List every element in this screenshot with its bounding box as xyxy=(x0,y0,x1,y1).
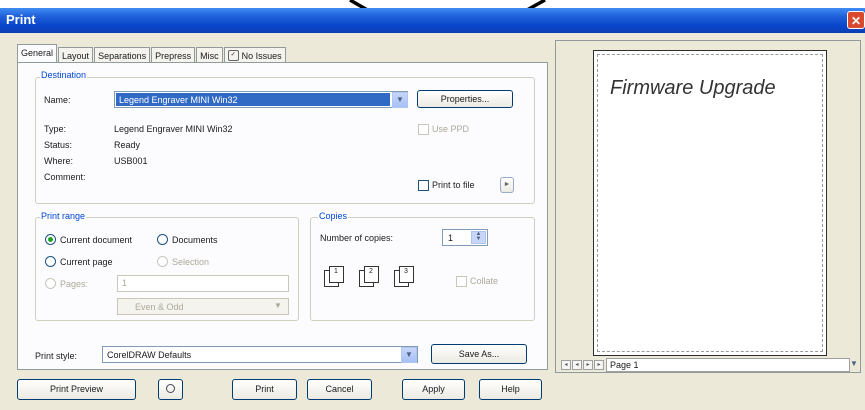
documents-radio[interactable] xyxy=(157,234,168,245)
print-style-value: CorelDRAW Defaults xyxy=(107,350,192,360)
window-title: Print xyxy=(6,12,36,27)
tab-general[interactable]: General xyxy=(17,44,58,63)
use-ppd-label: Use PPD xyxy=(432,124,470,134)
print-button[interactable]: Print xyxy=(232,379,297,400)
page-navigator: ◂ ◂ ▸ ▸ Page 1 ▼ xyxy=(558,358,860,372)
where-label: Where: xyxy=(44,156,74,166)
print-preview-button[interactable]: Print Preview xyxy=(17,379,136,400)
printer-name-value: Legend Engraver MINI Win32 xyxy=(116,93,390,106)
preview-page-text: Firmware Upgrade xyxy=(610,77,776,99)
tab-layout[interactable]: Layout xyxy=(58,47,94,63)
name-label: Name: xyxy=(44,95,71,105)
chevron-down-icon[interactable]: ▼ xyxy=(392,92,408,108)
printer-name-combo[interactable]: Legend Engraver MINI Win32 ▼ xyxy=(114,91,408,108)
print-style-label: Print style: xyxy=(35,351,78,361)
tab-prepress[interactable]: Prepress xyxy=(151,47,196,63)
close-button[interactable]: ✕ xyxy=(847,11,865,29)
chevron-down-icon[interactable]: ▼ xyxy=(850,359,858,368)
print-to-file-checkbox[interactable] xyxy=(418,180,429,191)
cancel-button[interactable]: Cancel xyxy=(307,379,372,400)
number-of-copies-label: Number of copies: xyxy=(320,233,394,243)
tab-no-issues[interactable]: ✓ No Issues xyxy=(223,47,286,63)
chevron-down-icon[interactable]: ▼ xyxy=(401,347,417,363)
status-value: Ready xyxy=(114,140,141,150)
pages-label: Pages: xyxy=(60,279,89,289)
issues-icon: ✓ xyxy=(227,50,239,61)
first-page-icon[interactable]: ◂ xyxy=(561,360,571,370)
title-bar: Print ✕ xyxy=(0,8,865,33)
print-style-combo[interactable]: CorelDRAW Defaults ▼ xyxy=(102,346,418,363)
preview-page: Firmware Upgrade xyxy=(593,50,827,356)
tab-separations[interactable]: Separations xyxy=(94,47,151,63)
next-page-icon[interactable]: ▸ xyxy=(583,360,593,370)
last-page-icon[interactable]: ▸ xyxy=(594,360,604,370)
save-as-button[interactable]: Save As... xyxy=(431,344,527,364)
comment-label: Comment: xyxy=(44,172,86,182)
print-to-file-options-button[interactable]: ► xyxy=(500,177,514,193)
pages-input[interactable]: 1 xyxy=(117,275,289,292)
magnifier-icon xyxy=(166,384,175,393)
current-page-radio[interactable] xyxy=(45,256,56,267)
type-value: Legend Engraver MINI Win32 xyxy=(114,124,233,134)
current-document-radio[interactable] xyxy=(45,234,56,245)
preview-toggle-button[interactable] xyxy=(158,379,183,400)
collate-checkbox[interactable] xyxy=(456,276,467,287)
spinner-arrows-icon[interactable]: ▲ ▼ xyxy=(471,231,486,244)
even-odd-value: Even & Odd xyxy=(135,302,184,312)
selection-label: Selection xyxy=(172,257,210,267)
documents-label: Documents xyxy=(172,235,218,245)
destination-group-label: Destination xyxy=(40,70,88,80)
chevron-down-icon: ▼ xyxy=(274,301,282,310)
apply-button[interactable]: Apply xyxy=(402,379,465,400)
status-label: Status: xyxy=(44,140,73,150)
pages-radio[interactable] xyxy=(45,278,56,289)
copies-value: 1 xyxy=(448,233,454,243)
current-document-label: Current document xyxy=(60,235,133,245)
use-ppd-checkbox[interactable] xyxy=(418,124,429,135)
type-label: Type: xyxy=(44,124,67,134)
tab-strip: General Layout Separations Prepress Misc… xyxy=(17,44,287,63)
selection-radio[interactable] xyxy=(157,256,168,267)
print-to-file-label: Print to file xyxy=(432,180,475,190)
properties-button[interactable]: Properties... xyxy=(417,90,513,108)
copies-spinner[interactable]: 1 ▲ ▼ xyxy=(442,229,488,246)
tab-misc[interactable]: Misc xyxy=(196,47,223,63)
where-value: USB001 xyxy=(114,156,148,166)
current-page-label: Current page xyxy=(60,257,113,267)
print-range-group-label: Print range xyxy=(40,211,87,221)
collate-illustration: 1 1 2 2 3 3 xyxy=(320,264,445,290)
collate-label: Collate xyxy=(470,276,499,286)
copies-group-label: Copies xyxy=(318,211,349,221)
prev-page-icon[interactable]: ◂ xyxy=(572,360,582,370)
help-button[interactable]: Help xyxy=(479,379,542,400)
page-tab[interactable]: Page 1 xyxy=(606,358,850,372)
even-odd-select[interactable]: Even & Odd ▼ xyxy=(117,298,289,315)
page-tab-label: Page 1 xyxy=(610,360,639,370)
